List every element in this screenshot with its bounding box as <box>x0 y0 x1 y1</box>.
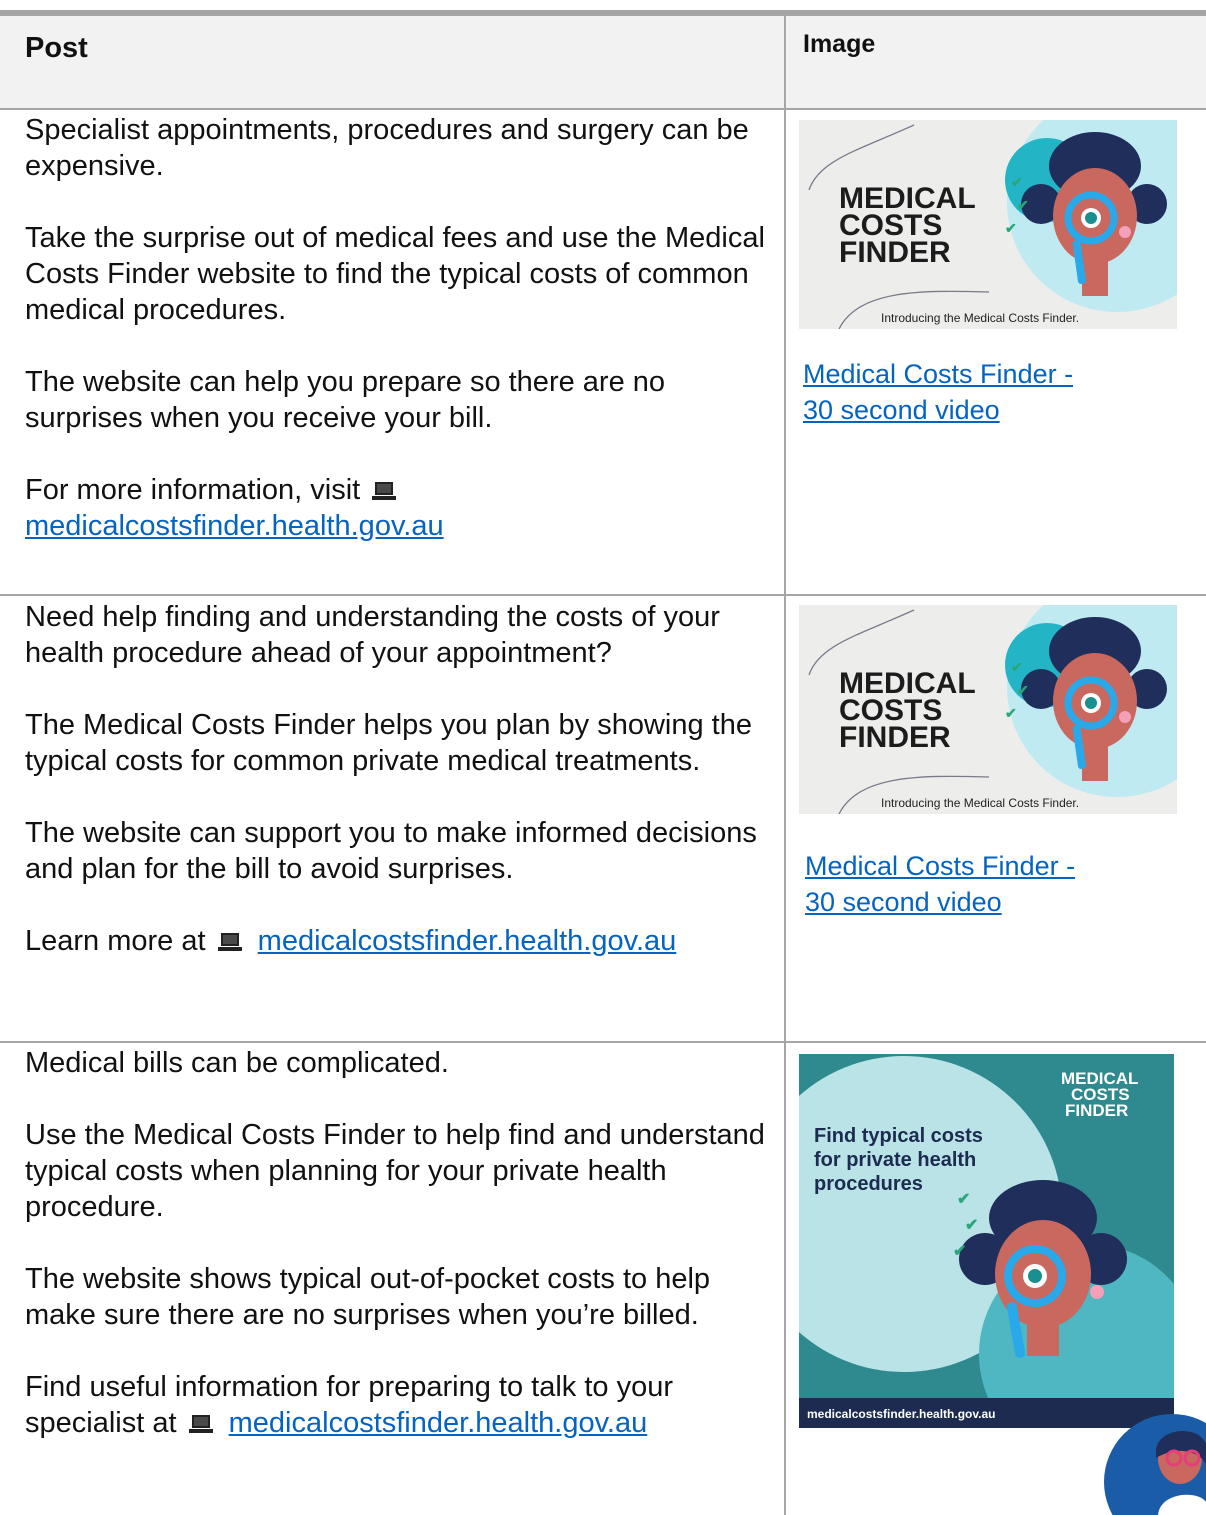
post-text-2: Need help finding and understanding the … <box>25 599 765 959</box>
post-paragraph: The website can support you to make info… <box>25 817 757 885</box>
check-icon: ✔ <box>1017 197 1029 213</box>
row-divider <box>0 1041 1206 1043</box>
check-icon: ✔ <box>957 1191 970 1208</box>
check-icon: ✔ <box>1011 174 1023 190</box>
table-header-row: Post Image <box>0 16 1206 110</box>
website-link[interactable]: medicalcostsfinder.health.gov.au <box>229 1407 648 1439</box>
video-link[interactable]: Medical Costs Finder - 30 second video <box>803 356 1073 428</box>
laptop-icon <box>188 1415 213 1433</box>
post-paragraph: Specialist appointments, procedures and … <box>25 114 749 182</box>
post-paragraph: The website shows typical out-of-pocket … <box>25 1263 711 1331</box>
post-paragraph: Need help finding and understanding the … <box>25 601 720 669</box>
video-link[interactable]: Medical Costs Finder - 30 second video <box>805 848 1075 920</box>
column-divider <box>784 16 786 1515</box>
poster-headline-line-1: Find typical costs <box>814 1125 983 1147</box>
post-cta: For more information, visit medicalcosts… <box>25 472 765 544</box>
poster-headline-line-2: for private health <box>814 1149 976 1171</box>
header-post: Post <box>25 32 88 64</box>
check-icon: ✔ <box>953 1243 966 1260</box>
post-paragraph: Use the Medical Costs Finder to help fin… <box>25 1119 765 1223</box>
post-paragraph: The website can help you prepare so ther… <box>25 366 666 434</box>
check-icon: ✔ <box>1011 659 1023 675</box>
post-paragraph: Medical bills can be complicated. <box>25 1047 449 1079</box>
laptop-icon <box>372 482 397 500</box>
thumb-caption: Introducing the Medical Costs Finder. <box>881 796 1079 810</box>
poster-title-line-3: FINDER <box>1065 1101 1128 1120</box>
website-link[interactable]: medicalcostsfinder.health.gov.au <box>25 510 444 542</box>
post-text-1: Specialist appointments, procedures and … <box>25 112 765 544</box>
poster-headline-line-3: procedures <box>814 1173 923 1195</box>
check-icon: ✔ <box>1005 705 1017 721</box>
row-divider <box>0 594 1206 596</box>
poster-footer-url: medicalcostsfinder.health.gov.au <box>807 1407 996 1421</box>
check-icon: ✔ <box>1017 682 1029 698</box>
check-icon: ✔ <box>1005 220 1017 236</box>
post-paragraph: Take the surprise out of medical fees an… <box>25 222 765 326</box>
post-text-3: Medical bills can be complicated. Use th… <box>25 1045 765 1441</box>
header-image: Image <box>803 30 876 58</box>
thumb-title-line-3: FINDER <box>839 236 951 269</box>
cta-prefix: Learn more at <box>25 925 206 957</box>
poster-image: MEDICAL COSTS FINDER Find typical costs … <box>799 1054 1174 1428</box>
post-paragraph: The Medical Costs Finder helps you plan … <box>25 709 752 777</box>
cta-prefix: For more information, visit <box>25 474 361 506</box>
character-avatar <box>1098 1410 1206 1515</box>
social-posts-table: Post Image Specialist appointments, proc… <box>0 0 1206 1515</box>
check-icon: ✔ <box>965 1217 978 1234</box>
website-link[interactable]: medicalcostsfinder.health.gov.au <box>258 925 677 957</box>
laptop-icon <box>217 933 242 951</box>
post-cta: Find useful information for preparing to… <box>25 1369 765 1441</box>
thumb-caption: Introducing the Medical Costs Finder. <box>881 311 1079 325</box>
video-thumbnail-2[interactable]: MEDICAL COSTS FINDER ✔ ✔ ✔ Introducing t… <box>799 605 1177 814</box>
post-cta: Learn more at medicalcostsfinder.health.… <box>25 923 765 959</box>
video-thumbnail-1[interactable]: MEDICAL COSTS FINDER ✔ ✔ ✔ Introducing t… <box>799 120 1177 329</box>
thumb-title-line-3: FINDER <box>839 721 951 754</box>
